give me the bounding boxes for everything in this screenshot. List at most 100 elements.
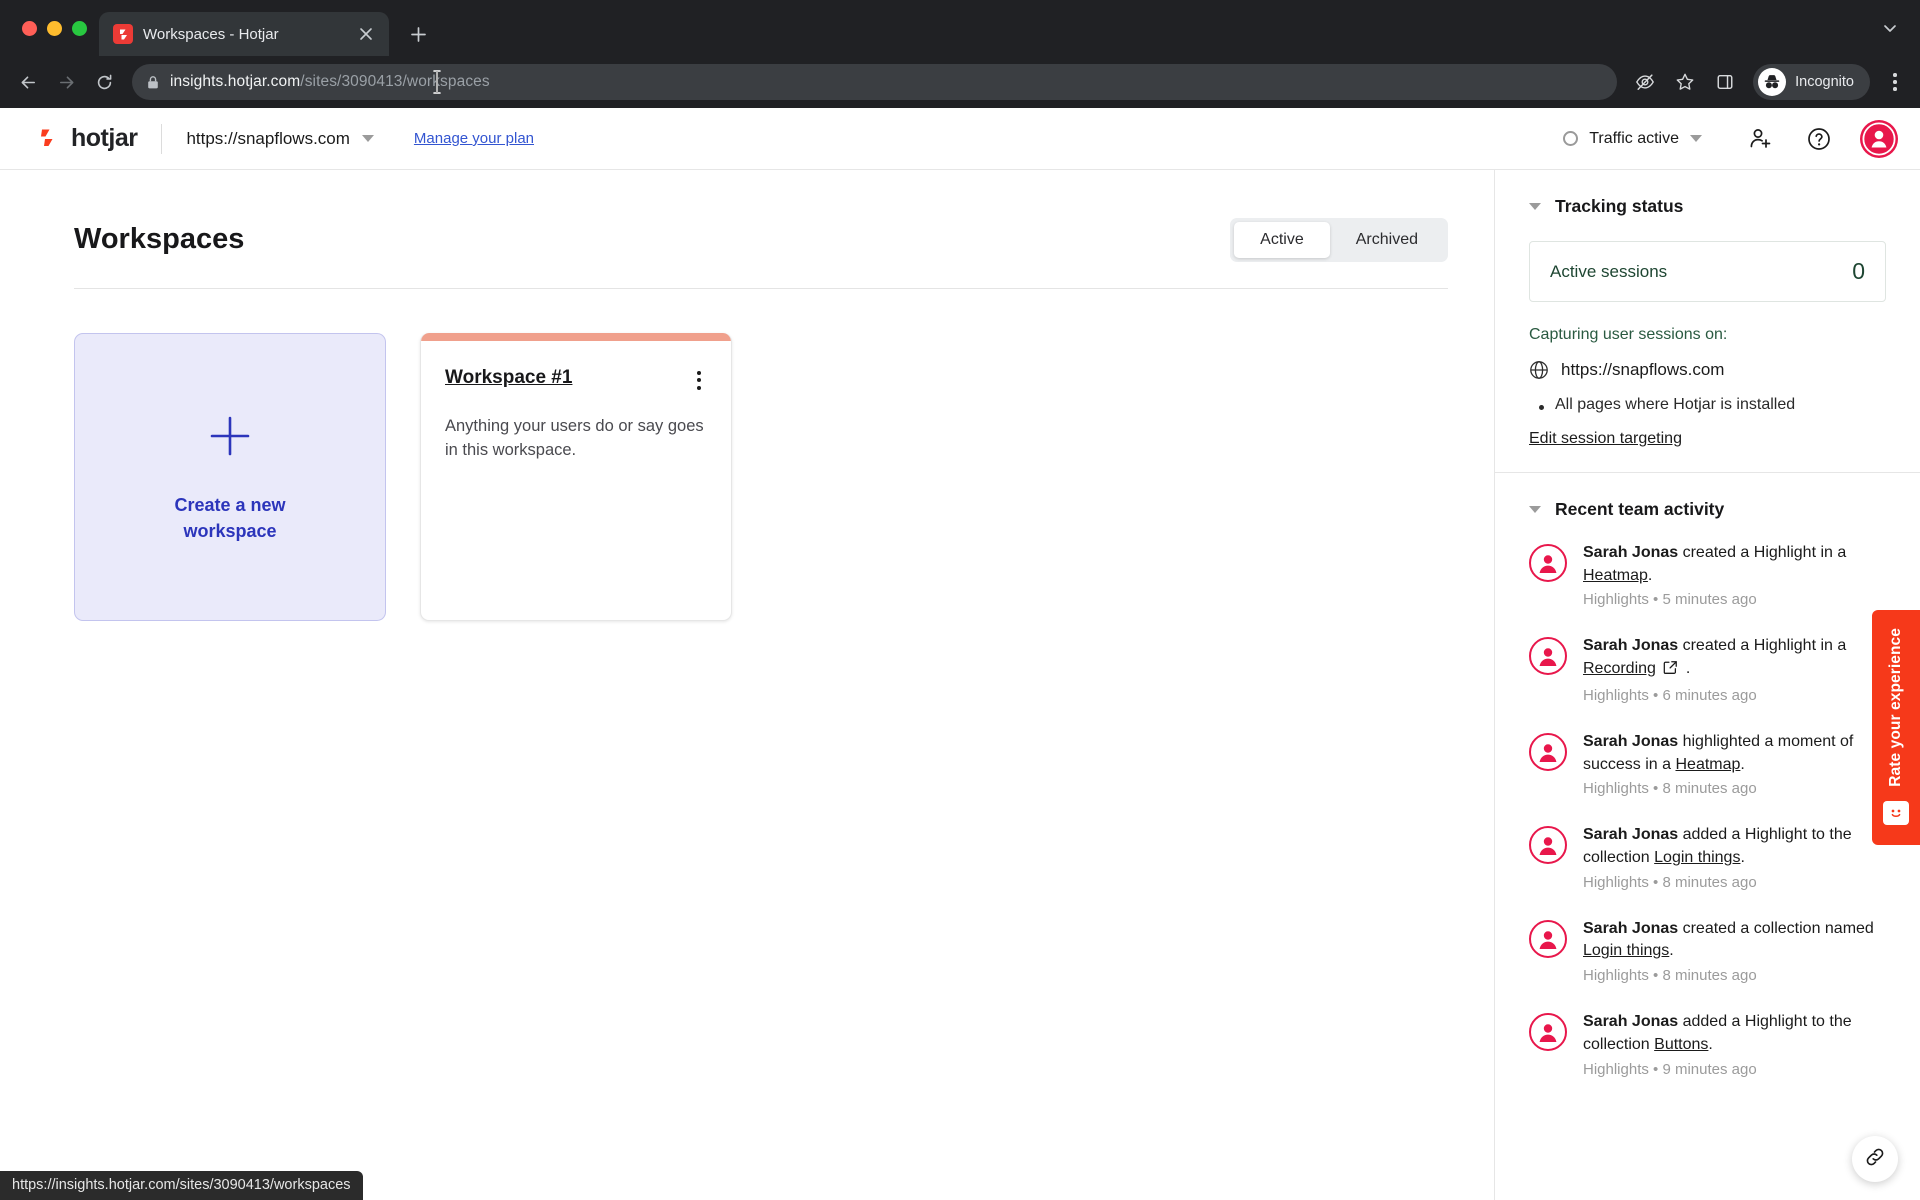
hotjar-wordmark: hotjar [71,124,138,152]
activity-avatar [1529,544,1567,582]
activity-item: Sarah Jonas created a Highlight in a Rec… [1529,635,1886,704]
app-header: hotjar https://snapflows.com Manage your… [0,108,1920,170]
url-host: insights.hotjar.com [170,73,301,90]
toolbar-right-controls: Incognito [1627,64,1912,100]
activity-item: Sarah Jonas added a Highlight to the col… [1529,1011,1886,1078]
hotjar-favicon-icon [113,24,133,44]
workspace-three-dot-menu-icon[interactable] [691,367,707,394]
edit-session-targeting-link[interactable]: Edit session targeting [1529,430,1682,448]
manage-plan-link[interactable]: Manage your plan [414,130,534,147]
activity-text: Sarah Jonas added a Highlight to the col… [1583,1013,1852,1053]
activity-avatar [1529,637,1567,676]
maximize-window-button[interactable] [72,20,87,36]
tab-active[interactable]: Active [1234,222,1330,258]
create-new-workspace-card[interactable]: Create a new workspace [74,332,386,621]
activity-target-link[interactable]: Buttons [1654,1036,1708,1053]
workspace-description: Anything your users do or say goes in th… [445,416,704,459]
activity-item: Sarah Jonas highlighted a moment of succ… [1529,731,1886,797]
activity-target-link[interactable]: Heatmap [1583,567,1648,584]
side-panel-icon[interactable] [1707,64,1743,100]
smiley-face-icon [1883,800,1909,825]
capturing-site-row: https://snapflows.com [1529,360,1886,380]
incognito-icon [1758,68,1787,96]
tab-archived[interactable]: Archived [1330,222,1444,258]
tab-search-chevron-down-icon[interactable] [1874,12,1906,44]
traffic-status-button[interactable]: Traffic active [1563,130,1702,148]
new-tab-button[interactable] [401,17,435,51]
close-window-button[interactable] [22,20,37,36]
activity-text: Sarah Jonas added a Highlight to the col… [1583,826,1852,867]
external-link-icon[interactable] [1663,660,1678,683]
traffic-indicator-circle-icon [1563,131,1579,146]
active-sessions-label: Active sessions [1550,261,1668,281]
minimize-window-button[interactable] [47,20,62,36]
close-tab-button[interactable] [353,21,379,47]
hotjar-logo[interactable]: hotjar [36,124,138,153]
capturing-scope-bullet: All pages where Hotjar is installed [1539,396,1886,414]
activity-body: Sarah Jonas created a Highlight in a Rec… [1583,635,1886,703]
forward-arrow-icon[interactable] [48,64,84,100]
tracking-status-title: Tracking status [1555,196,1684,216]
browser-status-bar: https://insights.hotjar.com/sites/309041… [0,1171,363,1200]
page-header-row: Workspaces Active Archived [74,218,1448,289]
user-avatar[interactable] [1860,119,1898,158]
plus-icon [204,410,256,462]
chevron-down-icon [361,135,374,142]
workspace-card[interactable]: Workspace #1 Anything your users do or s… [420,332,732,621]
eye-slash-icon[interactable] [1627,64,1663,100]
rate-your-experience-tab[interactable]: Rate your experience [1872,610,1920,845]
tabstrip-right-controls [1874,0,1920,56]
activity-target-link[interactable]: Recording [1583,660,1656,677]
reload-icon[interactable] [86,64,122,100]
activity-avatar [1529,732,1567,771]
tracking-status-panel: Tracking status Active sessions 0 Captur… [1495,170,1920,473]
help-question-mark-icon[interactable] [1802,122,1836,156]
browser-toolbar: insights.hotjar.com/sites/3090413/worksp… [0,56,1920,108]
activity-meta: Highlights • 5 minutes ago [1583,591,1757,609]
activity-text: Sarah Jonas created a Highlight in a Rec… [1583,635,1886,682]
activity-item: Sarah Jonas created a collection named L… [1529,918,1886,984]
activity-avatar [1529,1013,1567,1052]
capturing-label: Capturing user sessions on: [1529,326,1728,343]
tab-title: Workspaces - Hotjar [143,25,279,43]
activity-body: Sarah Jonas highlighted a moment of succ… [1583,731,1886,797]
browser-tab[interactable]: Workspaces - Hotjar [99,12,389,56]
lock-icon [146,75,160,90]
back-arrow-icon[interactable] [10,64,46,100]
recent-activity-header[interactable]: Recent team activity [1529,499,1886,520]
address-bar[interactable]: insights.hotjar.com/sites/3090413/worksp… [132,64,1618,100]
bullet-dot-icon [1539,405,1544,410]
workspace-title-link[interactable]: Workspace #1 [445,367,572,389]
activity-target-link[interactable]: Login things [1654,849,1740,866]
activity-text: Sarah Jonas highlighted a moment of succ… [1583,732,1854,773]
site-selector[interactable]: https://snapflows.com [186,128,374,149]
page-viewport: hotjar https://snapflows.com Manage your… [0,108,1920,1200]
activity-actor: Sarah Jonas [1583,544,1679,561]
incognito-profile-button[interactable]: Incognito [1753,64,1870,100]
rate-your-experience-label: Rate your experience [1887,628,1904,787]
browser-window: Workspaces - Hotjar insights.hotjar.com/… [0,0,1920,1200]
url-path: /sites/3090413/workspaces [300,73,490,90]
capturing-scope-text: All pages where Hotjar is installed [1555,396,1796,413]
site-selector-value: https://snapflows.com [186,128,350,148]
activity-meta: Highlights • 8 minutes ago [1583,780,1757,798]
text-cursor-icon [432,69,441,95]
active-sessions-count: 0 [1852,258,1865,284]
activity-body: Sarah Jonas created a collection named L… [1583,918,1886,984]
activity-body: Sarah Jonas added a Highlight to the col… [1583,1011,1886,1077]
add-user-icon[interactable] [1744,122,1778,156]
copy-link-button[interactable] [1852,1136,1898,1182]
activity-target-link[interactable]: Heatmap [1675,756,1740,773]
activity-actor: Sarah Jonas [1583,826,1679,844]
tracking-status-header[interactable]: Tracking status [1529,196,1886,217]
hotjar-flame-icon [36,126,62,152]
activity-meta: Highlights • 6 minutes ago [1583,686,1757,704]
workspace-card-accent-bar [421,332,731,341]
active-archived-toggle: Active Archived [1230,218,1448,262]
workspaces-main: Workspaces Active Archived Create a new … [0,170,1494,1200]
activity-body: Sarah Jonas added a Highlight to the col… [1583,824,1886,890]
activity-target-link[interactable]: Login things [1583,942,1669,959]
browser-menu-three-dot-icon[interactable] [1878,65,1912,99]
bookmark-star-icon[interactable] [1667,64,1703,100]
recent-activity-panel: Recent team activity Sarah Jonas created… [1495,473,1920,1129]
